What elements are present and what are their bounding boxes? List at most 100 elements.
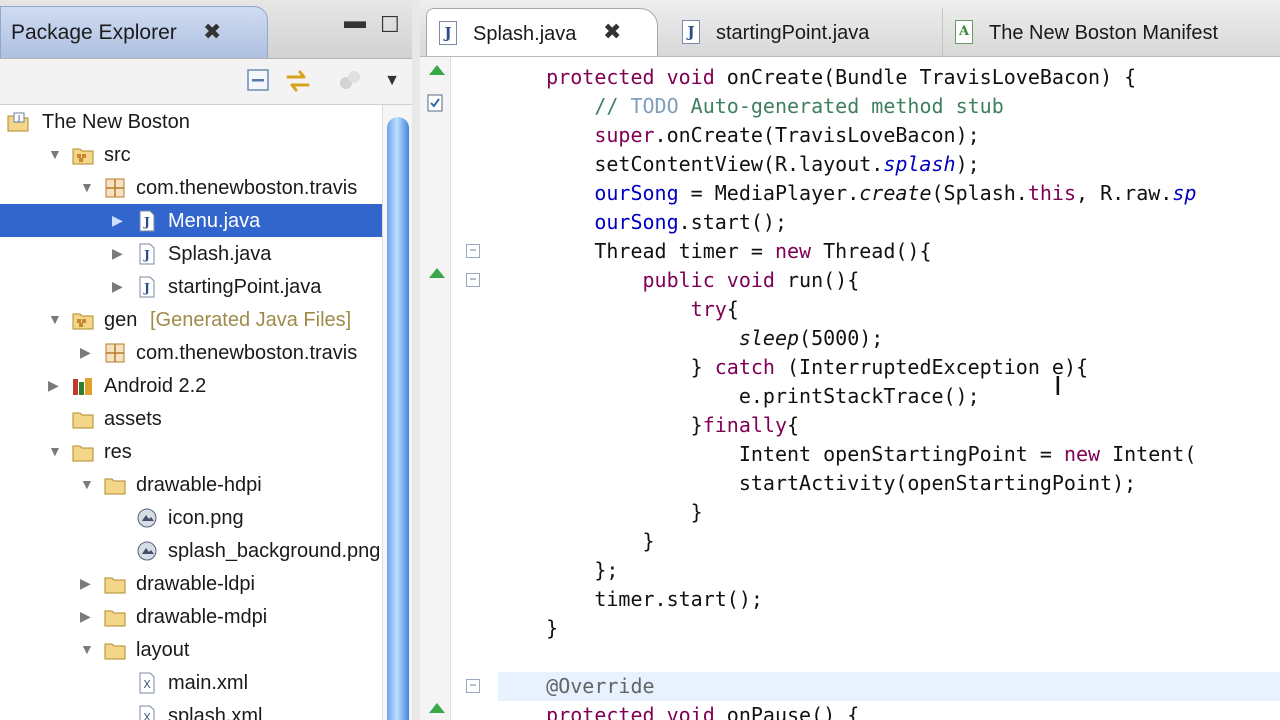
tree-item[interactable]: ▼ com.thenewboston.travis bbox=[0, 171, 382, 204]
view-menu-icon[interactable]: ▼ bbox=[378, 67, 406, 95]
tab-manifest[interactable]: A The New Boston Manifest bbox=[942, 8, 1280, 56]
folder-icon bbox=[103, 572, 127, 596]
tab-label: startingPoint.java bbox=[716, 22, 870, 44]
tree-item[interactable]: ▼ src bbox=[0, 138, 382, 171]
tree-item[interactable]: ▶ JstartingPoint.java bbox=[0, 270, 382, 303]
java-file-icon: J bbox=[439, 21, 457, 45]
tree-item[interactable]: assets bbox=[0, 402, 382, 435]
maximize-icon[interactable]: ☐ bbox=[380, 12, 400, 38]
override-marker-icon[interactable] bbox=[429, 65, 445, 75]
fold-collapse-icon[interactable]: − bbox=[466, 679, 480, 693]
expanded-arrow-icon[interactable]: ▼ bbox=[48, 145, 62, 163]
tree-item[interactable]: ▶ J Splash.java bbox=[0, 237, 382, 270]
collapsed-arrow-icon[interactable]: ▶ bbox=[112, 277, 126, 295]
code-token: Intent( bbox=[1100, 442, 1197, 466]
tree-item-label: splash_background.png bbox=[168, 540, 381, 562]
code-token: .start(); bbox=[678, 210, 787, 234]
tree-item[interactable]: ▼ layout bbox=[0, 633, 382, 666]
fold-collapse-icon[interactable]: − bbox=[466, 273, 480, 287]
code-line[interactable]: }; bbox=[498, 556, 618, 585]
code-token: TODO bbox=[630, 94, 679, 118]
task-marker-icon[interactable] bbox=[427, 94, 443, 112]
code-line[interactable]: } bbox=[498, 527, 654, 556]
tree-item[interactable]: ▼ gen [Generated Java Files] bbox=[0, 303, 382, 336]
expanded-arrow-icon[interactable]: ▼ bbox=[80, 178, 94, 196]
code-line[interactable]: setContentView(R.layout.splash); bbox=[498, 150, 979, 179]
code-line[interactable]: }finally{ bbox=[498, 411, 799, 440]
close-icon[interactable]: ✖ bbox=[203, 19, 221, 45]
fold-collapse-icon[interactable]: − bbox=[466, 244, 480, 258]
code-token: public bbox=[642, 268, 715, 292]
tree-item-label: drawable-mdpi bbox=[136, 606, 268, 628]
code-line[interactable]: startActivity(openStartingPoint); bbox=[498, 469, 1136, 498]
expanded-arrow-icon[interactable]: ▼ bbox=[48, 310, 62, 328]
tab-startingpoint-java[interactable]: J startingPoint.java bbox=[670, 8, 932, 56]
code-line[interactable]: // TODO Auto-generated method stub bbox=[498, 92, 1003, 121]
package-explorer-tab[interactable]: Package Explorer ✖ bbox=[0, 6, 268, 58]
code-line[interactable]: try{ bbox=[498, 295, 739, 324]
code-line[interactable]: ourSong.start(); bbox=[498, 208, 787, 237]
svg-text:X: X bbox=[143, 678, 151, 691]
code-line[interactable]: timer.start(); bbox=[498, 585, 763, 614]
code-token: { bbox=[787, 413, 800, 437]
tree-item[interactable]: ▼ res bbox=[0, 435, 382, 468]
collapsed-arrow-icon[interactable]: ▶ bbox=[80, 607, 94, 625]
tab-splash-java[interactable]: J Splash.java ✖ bbox=[426, 8, 658, 56]
code-line[interactable]: } bbox=[498, 614, 558, 643]
collapse-all-icon[interactable] bbox=[244, 67, 272, 95]
collapsed-arrow-icon[interactable]: ▶ bbox=[80, 343, 94, 361]
code-line[interactable]: sleep(5000); bbox=[498, 324, 884, 353]
scrollbar-thumb[interactable] bbox=[387, 117, 409, 720]
collapsed-arrow-icon[interactable]: ▶ bbox=[112, 244, 126, 262]
tree-item[interactable]: Xmain.xml bbox=[0, 666, 382, 699]
override-marker-icon[interactable] bbox=[429, 268, 445, 278]
code-area[interactable]: protected void onCreate(Bundle TravisLov… bbox=[498, 57, 1280, 720]
tree-item-label: drawable-ldpi bbox=[136, 573, 255, 595]
tree-item[interactable]: ▶ com.thenewboston.travis bbox=[0, 336, 382, 369]
link-with-editor-icon[interactable] bbox=[284, 67, 312, 95]
expanded-arrow-icon[interactable]: ▼ bbox=[80, 475, 94, 493]
code-token: onCreate(Bundle TravisLoveBacon) { bbox=[714, 65, 1137, 89]
code-line[interactable]: ourSong = MediaPlayer.create(Splash.this… bbox=[498, 179, 1196, 208]
code-line[interactable]: protected void onCreate(Bundle TravisLov… bbox=[498, 63, 1136, 92]
collapsed-arrow-icon[interactable]: ▶ bbox=[112, 211, 126, 229]
tree-item[interactable]: ▶ Android 2.2 bbox=[0, 369, 382, 402]
tree-item[interactable]: splash_background.png bbox=[0, 534, 382, 567]
tree-item[interactable]: ▶ drawable-ldpi bbox=[0, 567, 382, 600]
collapsed-arrow-icon[interactable]: ▶ bbox=[48, 376, 62, 394]
tree-item[interactable]: Xsplash.xml bbox=[0, 699, 382, 720]
expanded-arrow-icon[interactable]: ▼ bbox=[80, 640, 94, 658]
tree-scrollbar[interactable] bbox=[382, 105, 412, 720]
code-line[interactable]: Thread timer = new Thread(){ bbox=[498, 237, 931, 266]
code-line[interactable]: protected void onPause() { bbox=[498, 701, 859, 720]
code-line[interactable]: public void run(){ bbox=[498, 266, 860, 295]
tree-item[interactable]: icon.png bbox=[0, 501, 382, 534]
code-line[interactable]: } bbox=[498, 498, 703, 527]
tree-item[interactable]: ▶ J Menu.java bbox=[0, 204, 382, 237]
code-token: protected bbox=[546, 703, 655, 720]
code-line[interactable]: super.onCreate(TravisLoveBacon); bbox=[498, 121, 979, 150]
package-explorer-tab-bar: Package Explorer ✖ ▬ ☐ bbox=[0, 0, 412, 59]
tree-item[interactable]: J The New Boston bbox=[0, 105, 382, 138]
code-token: @Override bbox=[546, 674, 655, 698]
code-line[interactable]: } catch (InterruptedException e){ bbox=[498, 353, 1088, 382]
code-token: e.printStackTrace(); bbox=[498, 384, 980, 408]
minimize-icon[interactable]: ▬ bbox=[344, 8, 366, 34]
code-line[interactable]: e.printStackTrace(); bbox=[498, 382, 980, 411]
code-line[interactable]: @Override bbox=[498, 672, 1280, 701]
code-token: (Splash. bbox=[931, 181, 1028, 205]
expanded-arrow-icon[interactable]: ▼ bbox=[48, 442, 62, 460]
close-icon[interactable]: ✖ bbox=[603, 19, 621, 45]
manifest-file-icon: A bbox=[955, 20, 973, 44]
collapsed-arrow-icon[interactable]: ▶ bbox=[80, 574, 94, 592]
tree-item[interactable]: ▼ drawable-hdpi bbox=[0, 468, 382, 501]
tree-item-label: src bbox=[104, 144, 131, 166]
override-marker-icon[interactable] bbox=[429, 703, 445, 713]
source-folder-icon bbox=[71, 143, 95, 167]
code-line[interactable]: Intent openStartingPoint = new Intent( bbox=[498, 440, 1197, 469]
tree-item[interactable]: ▶ drawable-mdpi bbox=[0, 600, 382, 633]
code-token: { bbox=[726, 297, 739, 321]
